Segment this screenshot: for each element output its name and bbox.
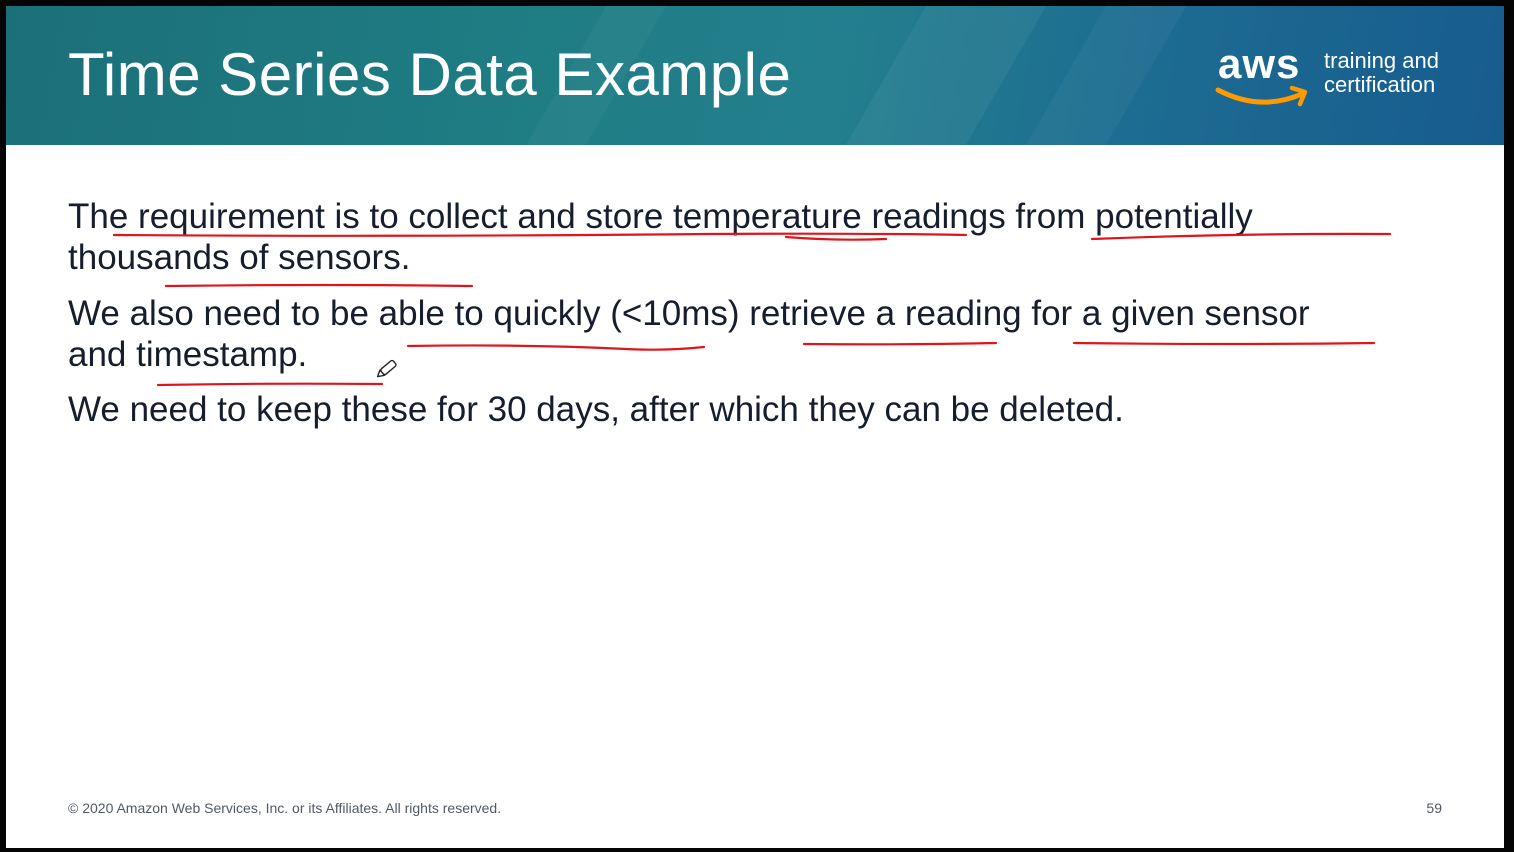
paragraph-line: and timestamp. xyxy=(68,335,308,374)
header-decoration xyxy=(845,6,1047,145)
paragraph-line: The requirement is to collect and store … xyxy=(68,197,1253,236)
logo-tagline-line2: certification xyxy=(1324,72,1436,97)
screen-frame: Time Series Data Example aws training an… xyxy=(0,0,1514,852)
aws-training-logo: aws training and certification xyxy=(1212,40,1462,112)
presentation-slide: Time Series Data Example aws training an… xyxy=(6,6,1504,848)
paragraph-line: We also need to be able to quickly (<10m… xyxy=(68,294,1310,333)
slide-header: Time Series Data Example aws training an… xyxy=(6,6,1504,145)
paragraph-retention: We need to keep these for 30 days, after… xyxy=(68,389,1124,430)
copyright-footer: © 2020 Amazon Web Services, Inc. or its … xyxy=(68,800,502,816)
logo-tagline: training and certification xyxy=(1324,49,1439,97)
ink-underline xyxy=(164,283,474,288)
page-number: 59 xyxy=(1426,800,1442,816)
paragraph-line: thousands of sensors. xyxy=(68,238,411,277)
logo-wordmark: aws xyxy=(1218,40,1301,87)
paragraph-latency: We also need to be able to quickly (<10m… xyxy=(68,293,1310,375)
header-decoration xyxy=(1025,6,1187,145)
slide-title: Time Series Data Example xyxy=(68,41,792,108)
paragraph-requirement: The requirement is to collect and store … xyxy=(68,196,1253,278)
aws-smile-icon xyxy=(1215,85,1308,107)
logo-tagline-line1: training and xyxy=(1324,48,1439,73)
paragraph-line: We need to keep these for 30 days, after… xyxy=(68,390,1124,429)
ink-underline xyxy=(156,382,384,387)
